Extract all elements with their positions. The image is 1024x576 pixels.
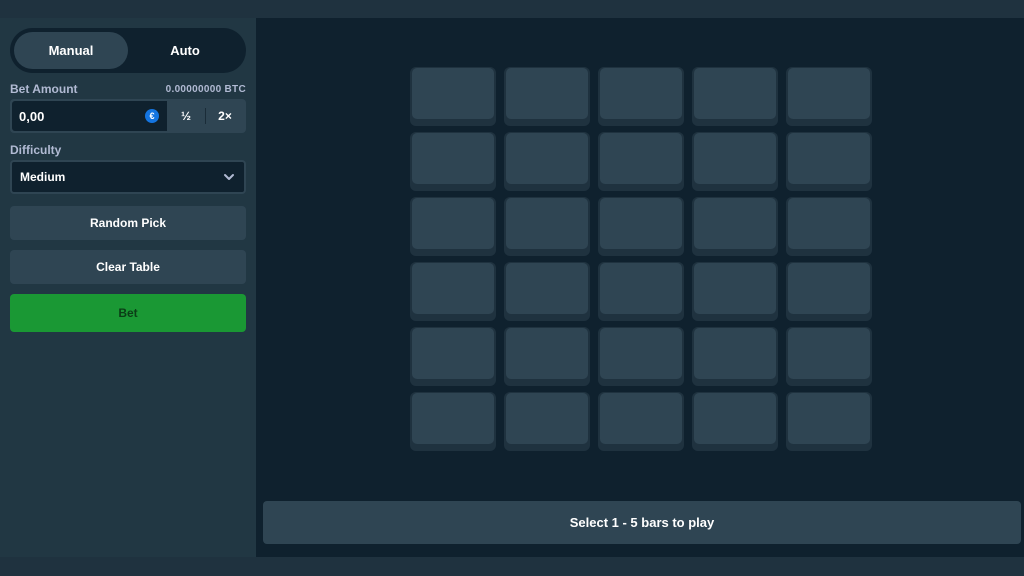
bet-balance: 0.00000000 BTC [165, 83, 246, 95]
tile-face [412, 263, 494, 314]
tile-face [412, 198, 494, 249]
game-tile[interactable] [598, 262, 684, 321]
tile-face [694, 263, 776, 314]
tile-face [600, 68, 682, 119]
bottom-bar [0, 557, 1024, 576]
bet-amount-label-row: Bet Amount 0.00000000 BTC [10, 82, 246, 96]
bet-button[interactable]: Bet [10, 294, 246, 332]
tile-face [412, 68, 494, 119]
game-tile[interactable] [786, 392, 872, 451]
game-tile[interactable] [410, 327, 496, 386]
tile-face [412, 393, 494, 444]
tile-face [506, 263, 588, 314]
tile-face [788, 263, 870, 314]
game-tile[interactable] [410, 132, 496, 191]
tile-grid [410, 67, 872, 451]
game-tile[interactable] [504, 262, 590, 321]
game-tile[interactable] [504, 327, 590, 386]
chevron-down-icon [224, 174, 234, 180]
game-tile[interactable] [692, 392, 778, 451]
game-tile[interactable] [692, 262, 778, 321]
tile-face [412, 133, 494, 184]
tile-face [506, 328, 588, 379]
random-pick-button[interactable]: Random Pick [10, 206, 246, 240]
game-tile[interactable] [692, 132, 778, 191]
double-bet-button[interactable]: 2× [206, 101, 244, 131]
bet-amount-field: € [12, 101, 167, 131]
game-tile[interactable] [786, 67, 872, 126]
game-tile[interactable] [504, 197, 590, 256]
tile-face [600, 263, 682, 314]
game-tile[interactable] [410, 392, 496, 451]
control-sidebar: Manual Auto Bet Amount 0.00000000 BTC € … [0, 18, 256, 557]
bet-amount-label: Bet Amount [10, 82, 78, 96]
game-tile[interactable] [692, 327, 778, 386]
game-tile[interactable] [786, 327, 872, 386]
tile-face [788, 198, 870, 249]
game-tile[interactable] [410, 67, 496, 126]
difficulty-value: Medium [20, 170, 66, 184]
game-tile[interactable] [598, 327, 684, 386]
euro-coin-icon: € [145, 109, 159, 123]
difficulty-label: Difficulty [10, 143, 62, 157]
tile-face [694, 68, 776, 119]
tile-face [600, 328, 682, 379]
tile-face [600, 393, 682, 444]
tile-face [788, 68, 870, 119]
game-tile[interactable] [598, 392, 684, 451]
tile-face [788, 133, 870, 184]
game-tile[interactable] [786, 197, 872, 256]
game-board-area: Select 1 - 5 bars to play [256, 18, 1024, 557]
game-tile[interactable] [598, 132, 684, 191]
game-tile[interactable] [692, 67, 778, 126]
game-tile[interactable] [786, 262, 872, 321]
bet-amount-row: € ½ 2× [10, 99, 246, 133]
tile-face [600, 198, 682, 249]
tile-face [600, 133, 682, 184]
tile-face [694, 328, 776, 379]
top-bar [0, 0, 1024, 18]
game-tile[interactable] [786, 132, 872, 191]
game-tile[interactable] [410, 197, 496, 256]
difficulty-label-row: Difficulty [10, 143, 246, 157]
clear-table-button[interactable]: Clear Table [10, 250, 246, 284]
game-tile[interactable] [504, 132, 590, 191]
game-tile[interactable] [692, 197, 778, 256]
tile-face [506, 393, 588, 444]
manual-mode-button[interactable]: Manual [14, 32, 128, 69]
mode-toggle: Manual Auto [10, 28, 246, 73]
game-tile[interactable] [410, 262, 496, 321]
tile-face [506, 198, 588, 249]
tile-face [694, 133, 776, 184]
game-tile[interactable] [598, 197, 684, 256]
tile-face [694, 393, 776, 444]
game-tile[interactable] [504, 67, 590, 126]
bet-amount-input[interactable] [12, 108, 132, 124]
tile-face [788, 393, 870, 444]
tile-face [506, 68, 588, 119]
tile-face [412, 328, 494, 379]
auto-mode-button[interactable]: Auto [128, 32, 242, 69]
status-bar: Select 1 - 5 bars to play [263, 501, 1021, 544]
difficulty-select[interactable]: Medium [10, 160, 246, 194]
game-tile[interactable] [598, 67, 684, 126]
tile-face [694, 198, 776, 249]
half-bet-button[interactable]: ½ [167, 101, 205, 131]
tile-face [788, 328, 870, 379]
tile-face [506, 133, 588, 184]
game-tile[interactable] [504, 392, 590, 451]
